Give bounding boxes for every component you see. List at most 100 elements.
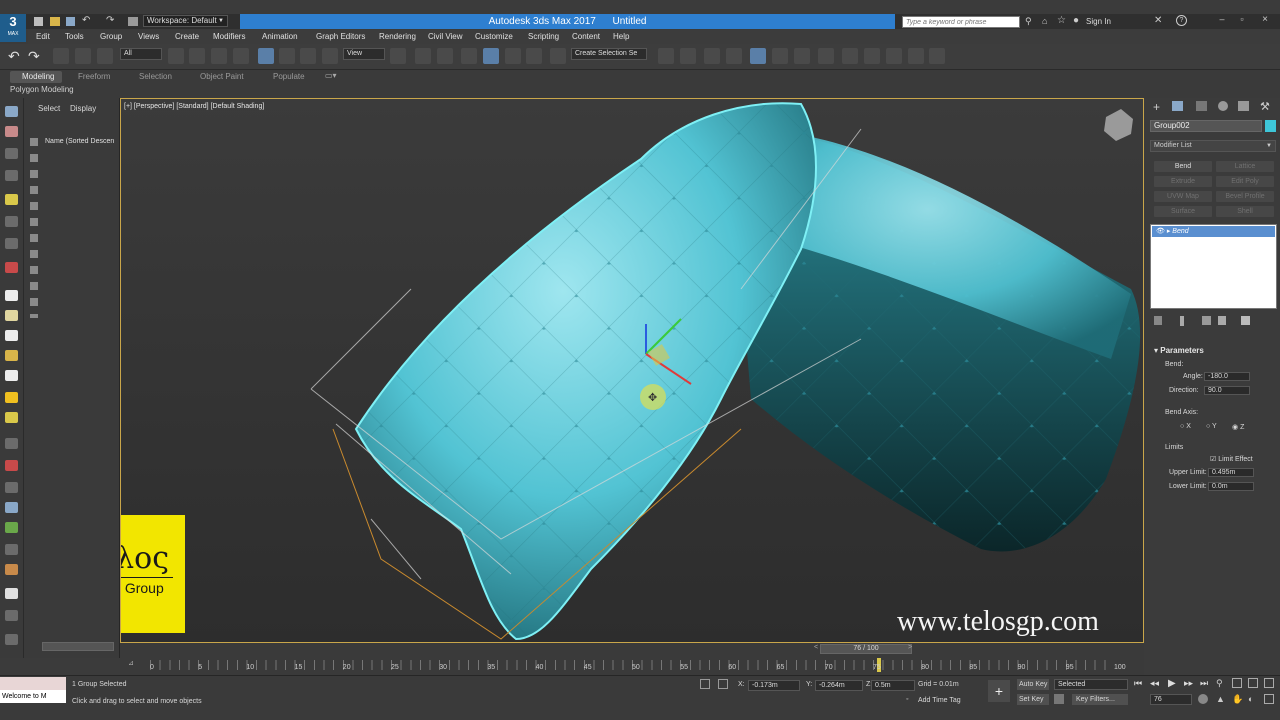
eye-icon[interactable]: 👁 bbox=[1156, 228, 1165, 235]
pivot-center-icon[interactable] bbox=[390, 48, 406, 64]
direction-spinner[interactable]: 90.0 bbox=[1204, 386, 1250, 395]
y-coordinate-field[interactable]: -0.264m bbox=[815, 680, 863, 691]
menu-views[interactable]: Views bbox=[138, 30, 159, 44]
menu-customize[interactable]: Customize bbox=[475, 30, 513, 44]
sign-in-link[interactable]: Sign In bbox=[1086, 17, 1111, 26]
go-to-end-icon[interactable]: ⏭ bbox=[1200, 678, 1208, 689]
time-config-icon[interactable] bbox=[1198, 694, 1208, 704]
sphere-primitive-icon[interactable] bbox=[5, 310, 18, 321]
select-and-scale-icon[interactable] bbox=[300, 48, 316, 64]
menu-help[interactable]: Help bbox=[613, 30, 629, 44]
reference-coordinate-dropdown[interactable]: View bbox=[343, 48, 385, 60]
rendered-frame-icon[interactable] bbox=[864, 48, 880, 64]
make-unique-icon[interactable] bbox=[1202, 316, 1211, 325]
render-in-cloud-icon[interactable] bbox=[929, 48, 945, 64]
curve-editor-icon[interactable] bbox=[772, 48, 788, 64]
menu-group[interactable]: Group bbox=[100, 30, 122, 44]
rectangle-selection-icon[interactable] bbox=[211, 48, 227, 64]
key-selection-dropdown[interactable]: Selected bbox=[1054, 679, 1128, 690]
key-filters-button[interactable]: Key Filters... bbox=[1072, 694, 1128, 705]
maxscript-listener[interactable]: Welcome to M bbox=[0, 690, 66, 703]
ribbon-options-icon[interactable]: ▭▾ bbox=[325, 71, 337, 80]
tab-object-paint[interactable]: Object Paint bbox=[200, 71, 244, 83]
zoom-extents-all-icon[interactable] bbox=[1264, 678, 1274, 688]
absolute-mode-icon[interactable] bbox=[718, 679, 728, 689]
menu-modifiers[interactable]: Modifiers bbox=[213, 30, 245, 44]
unlink-icon[interactable] bbox=[75, 48, 91, 64]
next-frame-icon[interactable]: ▸▸ bbox=[1184, 678, 1193, 689]
scene-tab-select[interactable]: Select bbox=[38, 104, 60, 113]
teapot-icon[interactable] bbox=[5, 412, 18, 423]
object-color-swatch[interactable] bbox=[1265, 120, 1276, 132]
axis-x-radio[interactable]: ○ X bbox=[1180, 423, 1191, 430]
modify-tab-icon[interactable] bbox=[1172, 101, 1183, 111]
show-end-result-icon[interactable] bbox=[1180, 316, 1184, 326]
user-icon[interactable]: ● bbox=[1073, 15, 1079, 26]
maximize-viewport-icon[interactable] bbox=[1264, 694, 1274, 704]
select-and-place-icon[interactable] bbox=[322, 48, 338, 64]
mesh-icon[interactable] bbox=[5, 564, 18, 575]
search-input[interactable] bbox=[902, 16, 1020, 28]
key-filter-icon[interactable] bbox=[1054, 694, 1064, 704]
camera-icon[interactable] bbox=[5, 216, 18, 227]
axis-z-radio[interactable]: ◉ Z bbox=[1232, 423, 1244, 431]
menu-civil-view[interactable]: Civil View bbox=[428, 30, 463, 44]
selection-filter-dropdown[interactable]: All bbox=[120, 48, 162, 60]
go-to-start-icon[interactable]: ⏮ bbox=[1134, 678, 1142, 689]
globe-icon[interactable] bbox=[5, 502, 18, 513]
light-icon[interactable] bbox=[5, 194, 18, 205]
box-primitive-icon[interactable] bbox=[5, 290, 18, 301]
pan-view-icon[interactable]: ✋ bbox=[1232, 694, 1243, 705]
workspace-dropdown[interactable]: Workspace: Default ▼ bbox=[143, 15, 228, 27]
new-file-icon[interactable] bbox=[34, 17, 43, 26]
material-editor-icon[interactable] bbox=[818, 48, 834, 64]
edit-named-selection-icon[interactable] bbox=[550, 48, 566, 64]
display-tab-icon[interactable] bbox=[1238, 101, 1249, 111]
redo-icon[interactable]: ↷ bbox=[106, 15, 114, 26]
select-and-move-icon[interactable] bbox=[258, 48, 274, 64]
menu-tools[interactable]: Tools bbox=[65, 30, 84, 44]
orbit-icon[interactable]: ◐ bbox=[1248, 694, 1253, 704]
cone-primitive-icon[interactable] bbox=[5, 370, 18, 381]
shell-button[interactable]: Shell bbox=[1216, 206, 1274, 217]
zoom-extents-icon[interactable] bbox=[1248, 678, 1258, 688]
select-and-rotate-icon[interactable] bbox=[279, 48, 295, 64]
scene-scrollbar[interactable] bbox=[42, 642, 114, 651]
menu-create[interactable]: Create bbox=[175, 30, 199, 44]
uvw-map-button[interactable]: UVW Map bbox=[1154, 191, 1212, 202]
menu-graph-editors[interactable]: Graph Editors bbox=[316, 30, 365, 44]
layer-explorer-icon[interactable] bbox=[726, 48, 742, 64]
remove-modifier-icon[interactable] bbox=[1218, 316, 1226, 325]
isolate-selection-icon[interactable] bbox=[700, 679, 710, 689]
display-icon[interactable] bbox=[5, 170, 18, 181]
save-file-icon[interactable] bbox=[66, 17, 75, 26]
time-slider[interactable]: 76 / 100 bbox=[820, 644, 912, 654]
bend-button[interactable]: Bend bbox=[1154, 161, 1212, 172]
add-time-tag[interactable]: Add Time Tag bbox=[918, 697, 961, 704]
edit-poly-button[interactable]: Edit Poly bbox=[1216, 176, 1274, 187]
render-iterative-icon[interactable] bbox=[908, 48, 924, 64]
align-icon[interactable] bbox=[680, 48, 696, 64]
parameters-rollout[interactable]: ▾ Parameters bbox=[1154, 346, 1204, 355]
key-mode-icon[interactable]: + bbox=[988, 680, 1010, 702]
binoculars-icon[interactable]: ⚲ bbox=[1025, 16, 1032, 27]
object-name-field[interactable]: Group002 bbox=[1150, 120, 1262, 132]
redo-button[interactable]: ↷ bbox=[28, 48, 40, 65]
undo-icon[interactable]: ↶ bbox=[82, 15, 90, 26]
leaf-icon[interactable] bbox=[5, 522, 18, 533]
undo-button[interactable]: ↶ bbox=[8, 48, 20, 65]
create-tab-icon[interactable]: + bbox=[1153, 100, 1160, 114]
modifier-list-dropdown[interactable]: Modifier List ▼ bbox=[1150, 140, 1276, 152]
utilities-tab-icon[interactable]: ⚒ bbox=[1260, 100, 1270, 113]
perspective-viewport[interactable]: [+] [Perspective] [Standard] [Default Sh… bbox=[120, 98, 1144, 643]
minimize-button[interactable]: – bbox=[1212, 14, 1232, 27]
settings-icon[interactable] bbox=[5, 634, 18, 645]
select-tool-icon[interactable] bbox=[5, 106, 18, 117]
character-icon[interactable] bbox=[5, 544, 18, 555]
paint-select-icon[interactable] bbox=[5, 126, 18, 137]
upper-limit-spinner[interactable]: 0.495m bbox=[1208, 468, 1254, 477]
zoom-icon[interactable]: ⚲ bbox=[1216, 678, 1223, 689]
hierarchy-tab-icon[interactable] bbox=[1196, 101, 1207, 111]
helper-icon[interactable] bbox=[5, 238, 18, 249]
tab-freeform[interactable]: Freeform bbox=[78, 71, 110, 83]
